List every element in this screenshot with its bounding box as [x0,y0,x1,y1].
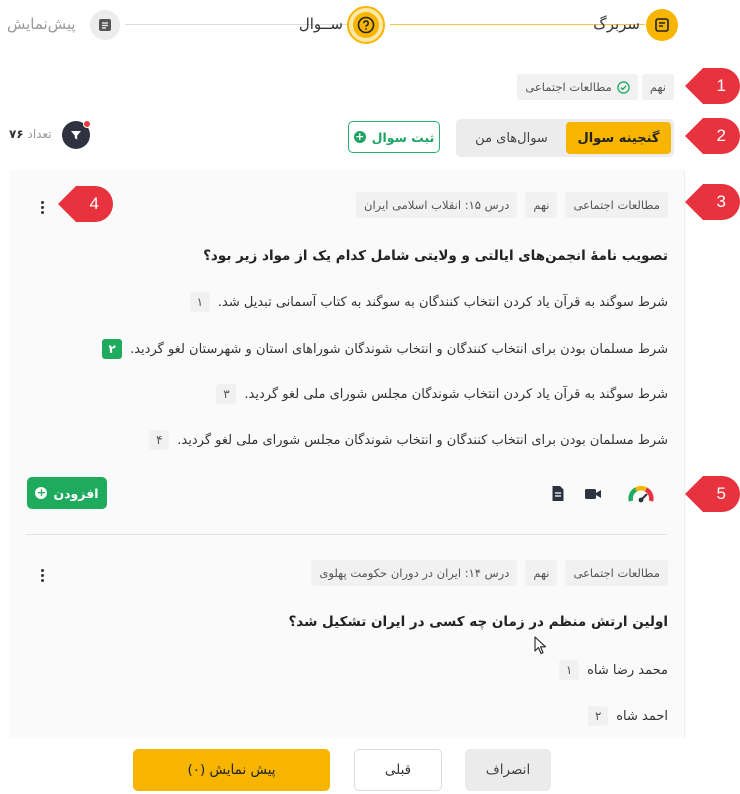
video-icon[interactable] [584,487,602,501]
mouse-cursor-icon [534,636,547,655]
option-3[interactable]: ۳ شرط سوگند به قرآن یاد کردن انتخاب شوند… [216,384,668,404]
annotation-marker-3: 3 [684,183,740,221]
option-text: شرط مسلمان بودن برای انتخاب کنندگان و ان… [130,341,668,357]
option-text: شرط مسلمان بودن برای انتخاب کنندگان و ان… [177,432,668,448]
lesson-tag: درس ۱۵: انقلاب اسلامی ایران [356,192,518,218]
option-2-correct[interactable]: ۲ شرط مسلمان بودن برای انتخاب کنندگان و … [102,339,668,359]
option-number: ۲ [588,706,609,726]
count-value: ۷۶ [9,127,24,141]
question-1-text: تصویب نامهٔ انجمن‌های ایالتی و ولایتی شا… [203,248,668,264]
question-icon[interactable] [347,6,385,44]
option-number: ۱ [189,292,210,312]
annotation-marker-4: 4 [57,185,113,223]
question-1-tags: مطالعات اجتماعی نهم درس ۱۵: انقلاب اسلام… [356,192,668,218]
document-icon[interactable] [551,485,565,502]
plus-icon: + [353,130,366,143]
add-question-label: افزودن [53,485,99,501]
option-text: محمد رضا شاه [587,662,668,678]
option-number: ۳ [216,384,237,404]
document-icon[interactable] [646,9,678,41]
tab-question-bank[interactable]: گنجینه سوال [566,122,671,154]
stepper: سربرگ ســوال پیش‌نمایش [0,0,740,52]
lesson-tag: درس ۱۴: ایران در دوران حکومت پهلوی [311,560,518,586]
step-label-header[interactable]: سربرگ [593,15,640,33]
cancel-button[interactable]: انصراف [465,749,551,791]
question-2-tags: مطالعات اجتماعی نهم درس ۱۴: ایران در دور… [311,560,668,586]
count-label: تعداد [27,127,52,141]
subject-tag[interactable]: مطالعات اجتماعی [517,74,638,100]
register-question-button[interactable]: ثبت سوال + [348,121,440,153]
add-question-button[interactable]: افزودن + [27,477,107,509]
question-list[interactable]: مطالعات اجتماعی نهم درس ۱۵: انقلاب اسلام… [10,170,685,738]
register-question-label: ثبت سوال [371,129,435,145]
list-icon[interactable] [90,10,120,40]
grade-tag: نهم [525,192,558,218]
filter-tags: نهم مطالعات اجتماعی [517,74,674,100]
plus-icon: + [35,486,48,499]
question-count: تعداد ۷۶ [9,127,52,141]
check-circle-icon [617,80,630,94]
previous-button[interactable]: قبلی [354,749,442,791]
more-options-icon[interactable] [35,197,49,217]
grade-tag[interactable]: نهم [641,74,674,100]
subject-tag-label: مطالعات اجتماعی [525,80,612,94]
option-text: شرط سوگند به قرآن یاد کردن انتخاب شوندگا… [244,386,668,402]
grade-tag: نهم [525,560,558,586]
step-label-question[interactable]: ســوال [299,15,343,33]
marker-number: 4 [89,194,99,213]
difficulty-gauge-icon[interactable] [627,482,655,508]
subject-tag: مطالعات اجتماعی [565,192,668,218]
option-number-correct: ۲ [102,339,123,359]
annotation-marker-5: 5 [684,475,740,513]
marker-number: 2 [716,126,726,145]
more-options-icon[interactable] [35,565,49,585]
annotation-marker-2: 2 [684,117,740,155]
question-source-tabs: گنجینه سوال سوال‌های من [456,119,674,157]
step-label-preview[interactable]: پیش‌نمایش [7,15,76,33]
filter-button[interactable] [62,120,91,149]
option-1[interactable]: ۱ محمد رضا شاه [559,660,668,680]
question-divider [26,534,667,535]
question-2-text: اولین ارتش منظم در زمان چه کسی در ایران … [288,614,668,630]
preview-button[interactable]: پیش نمایش (۰) [133,749,330,791]
filter-active-badge [83,120,91,128]
option-4[interactable]: ۴ شرط مسلمان بودن برای انتخاب کنندگان و … [149,430,668,450]
annotation-marker-1: 1 [684,67,740,105]
option-text: احمد شاه [616,708,668,724]
marker-number: 3 [716,192,726,211]
footer-actions: انصراف قبلی پیش نمایش (۰) [0,738,740,794]
option-2[interactable]: ۲ احمد شاه [588,706,668,726]
option-number: ۴ [149,430,170,450]
marker-number: 5 [716,484,726,503]
option-number: ۱ [559,660,580,680]
subject-tag: مطالعات اجتماعی [565,560,668,586]
option-1[interactable]: ۱ شرط سوگند به قرآن یاد کردن انتخاب کنند… [189,292,668,312]
filter-icon [71,131,81,140]
tab-my-questions[interactable]: سوال‌های من [459,122,564,154]
marker-number: 1 [716,76,726,95]
option-text: شرط سوگند به قرآن یاد کردن انتخاب کنندگا… [217,294,668,310]
